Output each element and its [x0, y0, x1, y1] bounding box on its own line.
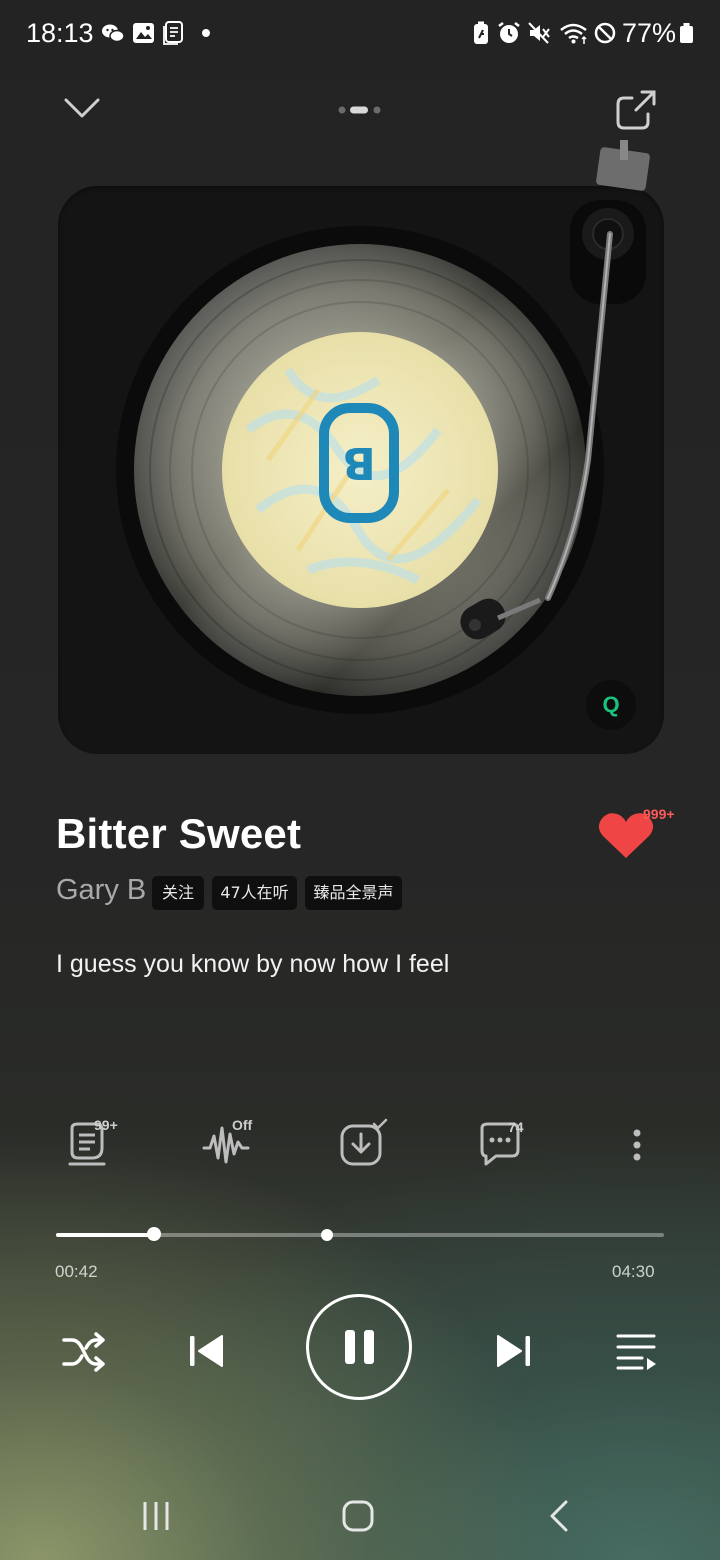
buffer-marker	[321, 1229, 333, 1241]
recent-apps-icon[interactable]	[136, 1496, 176, 1536]
download-check-icon[interactable]	[338, 1118, 392, 1172]
time-elapsed: 00:42	[55, 1262, 98, 1281]
more-vertical-icon[interactable]	[612, 1118, 666, 1172]
page-indicator	[338, 106, 381, 114]
pause-icon	[345, 1330, 374, 1364]
current-lyric[interactable]: I guess you know by now how I feel	[56, 950, 449, 979]
wechat-icon	[102, 24, 125, 43]
play-pause-button[interactable]	[306, 1294, 412, 1400]
svg-text:B: B	[342, 437, 376, 488]
quality-badge[interactable]: Q	[586, 680, 636, 730]
wifi-icon	[560, 23, 587, 44]
battery-percentage: 77%	[622, 18, 677, 48]
playlist-icon[interactable]	[614, 1328, 660, 1374]
progress-thumb[interactable]	[147, 1227, 162, 1241]
battery-saver-icon	[474, 21, 488, 44]
skip-next-icon[interactable]	[490, 1328, 536, 1374]
time-total: 04:30	[612, 1262, 655, 1281]
artist-name[interactable]: Gary B	[56, 874, 146, 907]
sound-effect-badge: Off	[232, 1117, 253, 1133]
gallery-icon	[133, 23, 154, 43]
home-icon[interactable]	[338, 1496, 378, 1536]
back-icon[interactable]	[540, 1496, 580, 1536]
spatial-audio-tag[interactable]: 臻品全景声	[305, 876, 402, 910]
progress-fill	[56, 1233, 155, 1237]
page-dot	[338, 106, 346, 114]
notes-icon	[163, 21, 183, 45]
alarm-icon	[498, 22, 520, 43]
lyrics-badge: 99+	[94, 1117, 118, 1133]
listeners-tag[interactable]: 47人在听	[212, 876, 297, 910]
like-count: 999+	[643, 806, 675, 822]
page-dot	[373, 106, 381, 114]
song-title: Bitter Sweet	[56, 810, 302, 857]
page-dot-active	[350, 106, 368, 114]
battery-icon	[680, 23, 693, 43]
vinyl-record-artwork[interactable]: B	[58, 130, 664, 760]
music-player-screen: 18:13 77% B Q Bitter Sweet 999+ Gary B 关…	[0, 0, 720, 1560]
status-time: 18:13	[26, 18, 94, 48]
comments-badge: 74	[508, 1119, 524, 1135]
shuffle-icon[interactable]	[60, 1328, 106, 1374]
do-not-disturb-icon	[594, 22, 616, 44]
chevron-down-icon[interactable]	[60, 88, 104, 128]
skip-previous-icon[interactable]	[184, 1328, 230, 1374]
share-icon[interactable]	[612, 86, 660, 134]
notification-dot	[202, 29, 210, 37]
mute-icon	[528, 22, 550, 44]
follow-tag[interactable]: 关注	[152, 876, 204, 910]
